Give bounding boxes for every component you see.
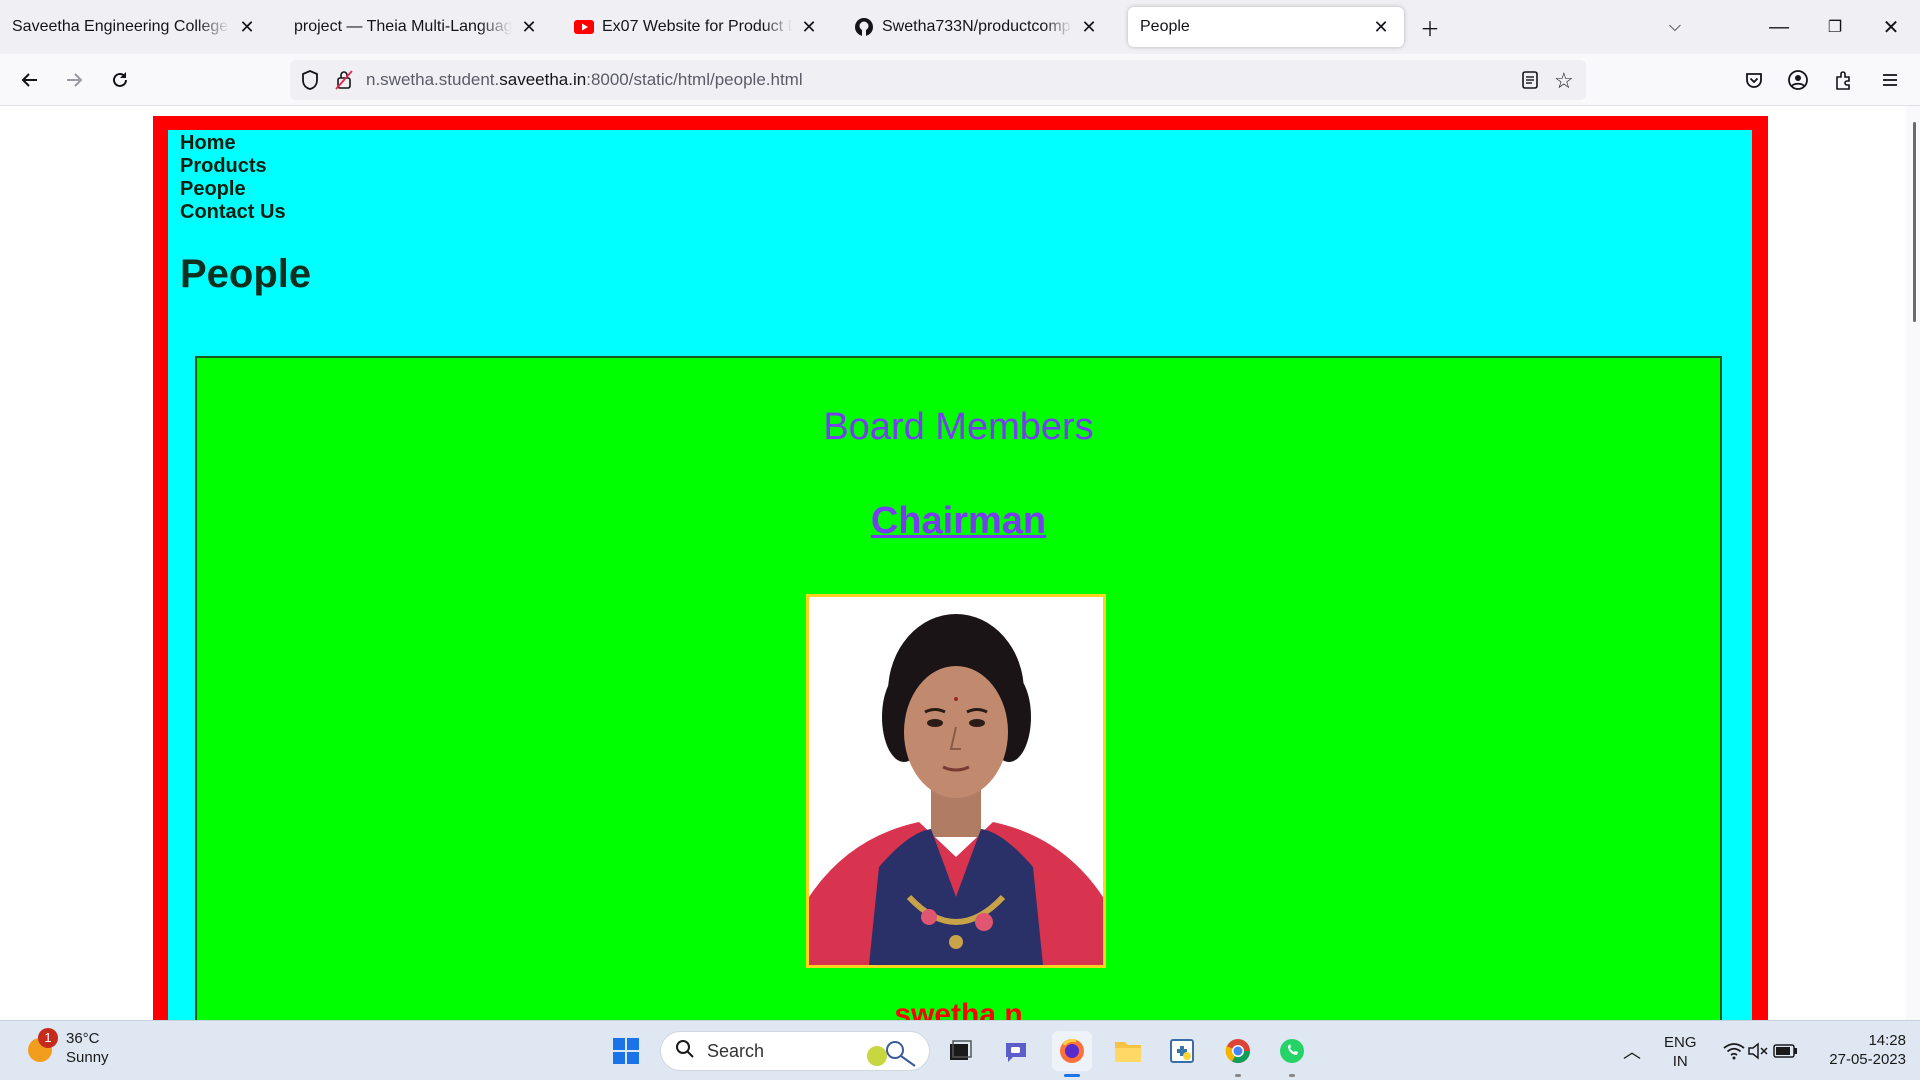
sun-icon: 1 — [24, 1028, 58, 1064]
search-icon — [675, 1039, 695, 1064]
window-close-icon[interactable]: ✕ — [1876, 12, 1906, 42]
tab-theia[interactable]: project — Theia Multi-Language Ex ✕ — [282, 7, 552, 47]
whatsapp-icon[interactable] — [1272, 1031, 1312, 1077]
tab-youtube[interactable]: Ex07 Website for Product Devel ✕ — [562, 7, 832, 47]
language-code: ENG — [1664, 1034, 1697, 1051]
navigation-toolbar: n.swetha.student.saveetha.in:8000/static… — [0, 54, 1920, 106]
windows-taskbar: 1 36°C Sunny Search ︿ ENG IN 14:28 27-05… — [0, 1020, 1920, 1080]
tab-title: People — [1140, 18, 1190, 35]
url-domain: saveetha.in — [499, 70, 587, 89]
tab-title: Saveetha Engineering College — [12, 18, 229, 35]
board-members-section: Board Members Chairman swetha n — [195, 356, 1722, 1020]
forward-arrow-icon[interactable] — [58, 64, 90, 96]
youtube-icon — [574, 17, 594, 37]
weather-temperature: 36°C — [66, 1030, 100, 1047]
tab-saveetha[interactable]: Saveetha Engineering College ✕ — [0, 7, 270, 47]
clock-date: 27-05-2023 — [1829, 1051, 1906, 1068]
shield-icon[interactable] — [300, 69, 320, 96]
battery-charging-icon[interactable] — [1766, 1031, 1806, 1071]
close-icon[interactable]: ✕ — [1370, 17, 1392, 38]
bookmark-star-icon[interactable]: ☆ — [1554, 68, 1574, 94]
language-indicator[interactable]: ENG IN — [1664, 1033, 1697, 1071]
nav-link-contact-us[interactable]: Contact Us — [180, 201, 286, 224]
weather-widget[interactable]: 1 36°C Sunny — [24, 1028, 109, 1067]
file-explorer-folder-icon[interactable] — [1108, 1031, 1148, 1071]
close-icon[interactable]: ✕ — [518, 17, 540, 38]
restore-icon[interactable]: ❐ — [1820, 12, 1850, 42]
nav-link-products[interactable]: Products — [180, 155, 286, 178]
search-placeholder: Search — [707, 1040, 765, 1061]
task-view-icon[interactable] — [940, 1031, 980, 1071]
back-arrow-icon[interactable] — [14, 64, 46, 96]
chrome-icon[interactable] — [1218, 1031, 1258, 1077]
weather-description: Sunny — [66, 1049, 109, 1066]
url-text: n.swetha.student.saveetha.in:8000/static… — [366, 70, 803, 90]
page-scrollbar[interactable] — [1906, 106, 1920, 1020]
weather-text: 36°C Sunny — [66, 1029, 109, 1067]
site-nav-menu: Home Products People Contact Us — [180, 132, 286, 224]
language-region: IN — [1672, 1053, 1688, 1070]
section-title: Board Members — [823, 406, 1094, 448]
close-icon[interactable]: ✕ — [1078, 17, 1100, 38]
tab-strip: Saveetha Engineering College ✕ project —… — [0, 0, 1920, 54]
hamburger-menu-icon[interactable] — [1874, 64, 1906, 96]
new-tab-plus-icon[interactable]: ＋ — [1415, 12, 1445, 42]
clock[interactable]: 14:28 27-05-2023 — [1814, 1031, 1906, 1069]
minimize-icon[interactable]: — — [1764, 12, 1794, 42]
chairman-photo — [806, 594, 1106, 968]
reload-icon[interactable] — [104, 64, 136, 96]
taskbar-search-box[interactable]: Search — [660, 1031, 930, 1071]
nav-link-people[interactable]: People — [180, 178, 286, 201]
show-hidden-icons-chevron-up-icon[interactable]: ︿ — [1612, 1031, 1652, 1071]
address-bar[interactable]: n.swetha.student.saveetha.in:8000/static… — [290, 60, 1586, 100]
url-prefix: n.swetha.student. — [366, 70, 500, 89]
pocket-icon[interactable] — [1738, 64, 1770, 96]
teams-chat-icon[interactable] — [996, 1031, 1036, 1071]
insecure-lock-icon[interactable] — [334, 69, 354, 96]
scrollbar-thumb[interactable] — [1913, 122, 1916, 322]
page-title: People — [180, 252, 312, 296]
tab-people[interactable]: People ✕ — [1128, 7, 1404, 47]
account-icon[interactable] — [1782, 64, 1814, 96]
close-icon[interactable]: ✕ — [798, 17, 820, 38]
url-path: :8000/static/html/people.html — [586, 70, 803, 89]
list-tabs-chevron-down-icon[interactable]: ⌵ — [1660, 12, 1690, 42]
notification-badge: 1 — [38, 1028, 58, 1048]
close-icon[interactable]: ✕ — [236, 17, 258, 38]
tab-github[interactable]: Swetha733N/productcompanyw ✕ — [842, 7, 1112, 47]
nav-link-home[interactable]: Home — [180, 132, 286, 155]
chairman-heading[interactable]: Chairman — [197, 500, 1720, 543]
tab-title: Ex07 Website for Product Devel — [602, 18, 792, 35]
search-highlight-icon — [861, 1036, 919, 1073]
windows-start-icon[interactable] — [606, 1031, 646, 1071]
github-icon — [854, 17, 874, 37]
reader-view-icon[interactable] — [1520, 69, 1540, 96]
outer-frame: Home Products People Contact Us People B… — [153, 116, 1768, 1020]
tab-title: project — Theia Multi-Language Ex — [294, 18, 512, 35]
extensions-puzzle-icon[interactable] — [1828, 64, 1860, 96]
clock-time: 14:28 — [1868, 1032, 1906, 1049]
python-idle-icon[interactable] — [1162, 1031, 1202, 1071]
firefox-icon[interactable] — [1052, 1031, 1092, 1077]
chairman-name: swetha n — [894, 998, 1023, 1020]
page-viewport: Home Products People Contact Us People B… — [0, 106, 1920, 1020]
tab-title: Swetha733N/productcompanyw — [882, 18, 1072, 35]
inner-frame: Home Products People Contact Us People B… — [168, 130, 1752, 1020]
